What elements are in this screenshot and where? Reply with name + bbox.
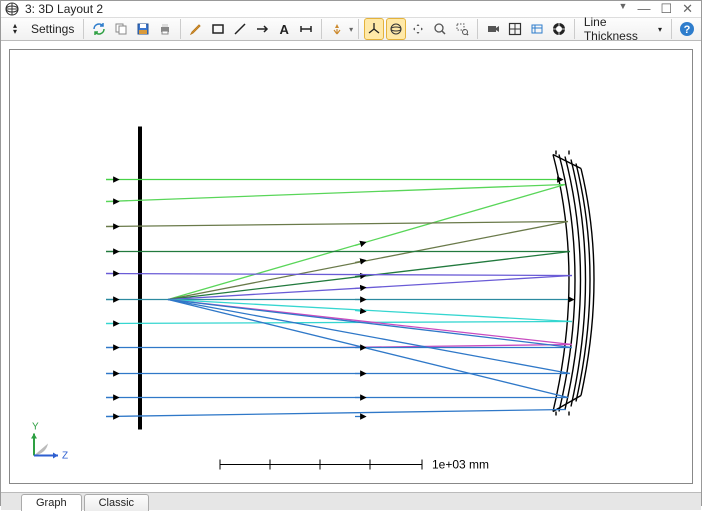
separator (358, 19, 359, 39)
pan-button[interactable] (408, 18, 428, 40)
camera-button[interactable] (483, 18, 503, 40)
scalebar-label: 1e+03 mm (432, 458, 489, 472)
config-button[interactable] (527, 18, 547, 40)
separator (477, 19, 478, 39)
line-tool-button[interactable] (230, 18, 250, 40)
dimension-tool-button[interactable] (296, 18, 316, 40)
settings-button[interactable]: Settings (27, 18, 78, 40)
dropdown-caret-icon[interactable]: ▾ (349, 25, 353, 34)
line-thickness-dropdown[interactable]: Line Thickness ▾ (580, 18, 666, 40)
rotate-tool-button[interactable] (327, 18, 347, 40)
separator (321, 19, 322, 39)
chevron-down-icon: ▾ (658, 25, 662, 34)
arrow-tool-button[interactable] (252, 18, 272, 40)
app-icon (5, 2, 19, 16)
pencil-button[interactable] (186, 18, 206, 40)
settings-label: Settings (31, 22, 74, 36)
ray-diagram: 1e+03 mm Y Z (10, 50, 692, 483)
axis-z-label: Z (62, 451, 68, 462)
toolbar: ▴▾ Settings A (1, 18, 701, 41)
axes-view-button[interactable] (364, 18, 384, 40)
tab-graph[interactable]: Graph (21, 494, 82, 511)
tabbar: Graph Classic (1, 492, 701, 510)
rectangle-tool-button[interactable] (208, 18, 228, 40)
fit-button[interactable] (505, 18, 525, 40)
separator (574, 19, 575, 39)
line-thickness-label: Line Thickness (584, 15, 655, 43)
zoom-button[interactable] (430, 18, 450, 40)
close-button[interactable]: ✕ (682, 1, 693, 17)
refresh-button[interactable] (89, 18, 109, 40)
separator (180, 19, 181, 39)
tab-classic[interactable]: Classic (84, 494, 149, 511)
separator (83, 19, 84, 39)
print-button[interactable] (155, 18, 175, 40)
window-title: 3: 3D Layout 2 (25, 2, 619, 16)
orbit-button[interactable] (386, 18, 406, 40)
help-button[interactable]: ? (677, 18, 697, 40)
separator (671, 19, 672, 39)
canvas-area-wrap: 1e+03 mm Y Z (1, 41, 701, 492)
expand-button[interactable]: ▴▾ (5, 18, 25, 40)
copy-button[interactable] (111, 18, 131, 40)
svg-text:?: ? (684, 24, 691, 36)
text-tool-button[interactable]: A (274, 18, 294, 40)
save-button[interactable] (133, 18, 153, 40)
viewport[interactable]: 1e+03 mm Y Z (9, 49, 693, 484)
zoom-window-button[interactable] (452, 18, 472, 40)
target-button[interactable] (549, 18, 569, 40)
axis-y-label: Y (32, 422, 39, 433)
maximize-button[interactable]: ☐ (660, 1, 672, 17)
